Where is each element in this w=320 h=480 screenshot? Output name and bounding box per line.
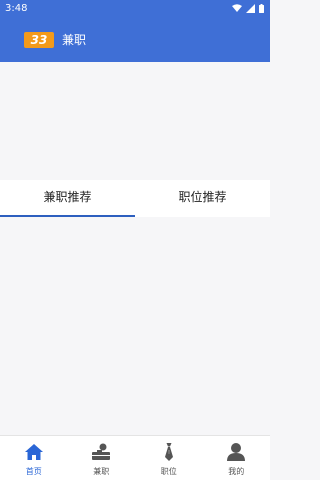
banner-area [0,62,270,180]
wifi-icon [232,4,242,12]
tie-icon [164,443,173,461]
bottom-nav: 首页 兼职 职位 我的 [0,435,270,480]
header: 3:48 33 兼职 [0,0,270,62]
status-bar: 3:48 [0,0,270,20]
battery-icon [259,4,264,13]
app-title: 兼职 [62,33,87,47]
nav-item-position[interactable]: 职位 [135,436,203,480]
nav-label-part-time: 兼职 [93,467,110,476]
profile-icon [227,443,246,461]
nav-item-part-time[interactable]: 兼职 [68,436,136,480]
status-icons [232,4,264,13]
tab-bar: 兼职推荐 职位推荐 [0,180,270,217]
content-list [0,217,270,435]
nav-item-mine[interactable]: 我的 [203,436,271,480]
signal-icon [246,4,255,13]
status-time: 3:48 [5,3,28,14]
tab-position-recommend[interactable]: 职位推荐 [135,180,270,217]
briefcase-icon [92,443,111,460]
nav-label-position: 职位 [160,467,177,476]
nav-label-home: 首页 [25,467,42,476]
home-icon [24,444,43,460]
app-bar: 33 兼职 [0,30,270,52]
tab-part-time-recommend[interactable]: 兼职推荐 [0,180,135,217]
nav-item-home[interactable]: 首页 [0,436,68,480]
app-logo-badge: 33 [24,32,54,48]
nav-label-mine: 我的 [228,467,245,476]
